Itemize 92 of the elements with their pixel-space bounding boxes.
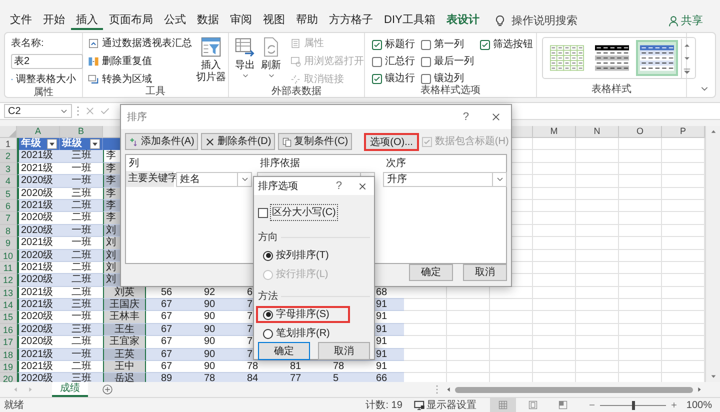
group-caption: 工具 <box>144 86 166 98</box>
table-cell: 二班 <box>60 262 103 274</box>
checkbox-label: 最后一列 <box>434 54 474 69</box>
table-cell: 67 <box>146 361 189 374</box>
table-cell: 90 <box>189 311 232 324</box>
table-cell: 84 <box>232 373 275 382</box>
table-cell: 刘英 <box>103 286 146 300</box>
table-cell: 王中 <box>103 361 146 374</box>
group-caption: 表格样式 <box>590 84 632 97</box>
table-cell: 二班 <box>60 336 103 349</box>
table-cell: 一班 <box>60 311 103 324</box>
table-cell: 2020级 <box>17 175 60 188</box>
table-cell: 王宜家 <box>103 336 146 349</box>
table-cell: 2020级 <box>17 336 60 349</box>
table-cell: 二班 <box>60 286 103 300</box>
column-heading: 次序 <box>385 156 407 170</box>
column-heading: 排序依据 <box>259 156 301 170</box>
table-cell: 2020级 <box>17 324 60 336</box>
table-cell: 2020级 <box>17 188 60 200</box>
checkbox-label: 筛选按钮 <box>493 38 533 52</box>
table-cell: 67 <box>146 311 189 324</box>
table-cell: 90 <box>189 324 232 336</box>
checkbox-label: 区分大小写(C) <box>270 204 338 221</box>
table-cell: 三班 <box>60 188 103 200</box>
table-cell: 89 <box>146 373 189 382</box>
table-cell: 一班 <box>60 175 103 188</box>
group-caption: 外部表数据 <box>270 86 322 98</box>
table-cell: 二班 <box>60 212 103 225</box>
status-text: 就绪 <box>4 398 24 412</box>
table-cell: 2021级 <box>17 237 60 250</box>
column-heading: 班级 <box>62 138 82 150</box>
table-cell: 92 <box>189 286 232 300</box>
table-cell: 三班 <box>60 324 103 336</box>
table-cell: 90 <box>189 336 232 349</box>
table-cell: 90 <box>189 299 232 312</box>
field-label: 表名称: <box>11 36 45 51</box>
table-cell: 90 <box>189 348 232 362</box>
table-cell: 2020级 <box>17 274 60 287</box>
table-cell: 2021级 <box>17 162 60 176</box>
table-cell: 2021级 <box>17 348 60 362</box>
table-cell: 67 <box>146 324 189 336</box>
table-cell: 一班 <box>60 224 103 238</box>
zoom-level-text: 100% <box>686 398 712 412</box>
group-caption: 属性 <box>32 87 54 99</box>
dialog-title: 排序 <box>127 110 147 124</box>
table-cell: 二班 <box>60 274 103 287</box>
count-text: 计数: 19 <box>366 398 402 412</box>
table-cell: 2021级 <box>17 361 60 374</box>
dialog-title: 排序选项 <box>258 180 298 194</box>
table-cell: 2020级 <box>17 311 60 324</box>
table-cell: 78 <box>189 373 232 382</box>
table-cell: 二班 <box>60 250 103 262</box>
table-cell: 2020级 <box>17 250 60 262</box>
table-cell: 78 <box>318 361 361 374</box>
table-cell: 2020级 <box>17 224 60 238</box>
table-cell: 2021级 <box>17 262 60 274</box>
table-cell: 二班 <box>60 361 103 374</box>
checkbox-label: 汇总行 <box>385 54 415 69</box>
table-cell: 2021级 <box>17 200 60 212</box>
table-cell: 67 <box>146 336 189 349</box>
table-cell: 一班 <box>60 348 103 362</box>
table-cell: 5 <box>318 373 361 382</box>
table-cell: 78 <box>232 361 275 374</box>
group-caption: 表格样式选项 <box>420 85 482 97</box>
table-cell: 2020级 <box>17 212 60 225</box>
table-cell: 一班 <box>60 237 103 250</box>
table-cell: 王林丰 <box>103 311 146 324</box>
table-cell: 三班 <box>60 299 103 312</box>
table-cell: 2021级 <box>17 299 60 312</box>
checkbox-label: 镶边行 <box>385 72 415 86</box>
table-cell: 二班 <box>60 200 103 212</box>
table-cell: 2021级 <box>17 150 60 163</box>
checkbox-label: 数据包含标题(H) <box>434 134 509 149</box>
table-cell: 67 <box>146 299 189 312</box>
checkbox-label: 镶边列 <box>434 72 464 84</box>
table-cell: 2021级 <box>17 286 60 300</box>
table-cell: 三班 <box>60 150 103 163</box>
checkbox-label: 标题行 <box>385 38 415 52</box>
table-cell: 66 <box>361 373 404 382</box>
checkbox-label: 第一列 <box>434 38 464 52</box>
section-heading: 方向 <box>258 230 278 245</box>
column-heading: 年级 <box>21 138 41 150</box>
table-cell: 81 <box>275 361 318 374</box>
table-cell: 90 <box>189 361 232 374</box>
table-cell: 王生 <box>103 324 146 336</box>
table-cell: 王英 <box>103 348 146 362</box>
table-cell: 77 <box>275 373 318 382</box>
table-cell: 王国庆 <box>103 299 146 312</box>
table-cell: 56 <box>146 286 189 300</box>
table-cell: 67 <box>146 348 189 362</box>
table-cell: 一班 <box>60 162 103 176</box>
table-cell: 91 <box>361 361 404 374</box>
